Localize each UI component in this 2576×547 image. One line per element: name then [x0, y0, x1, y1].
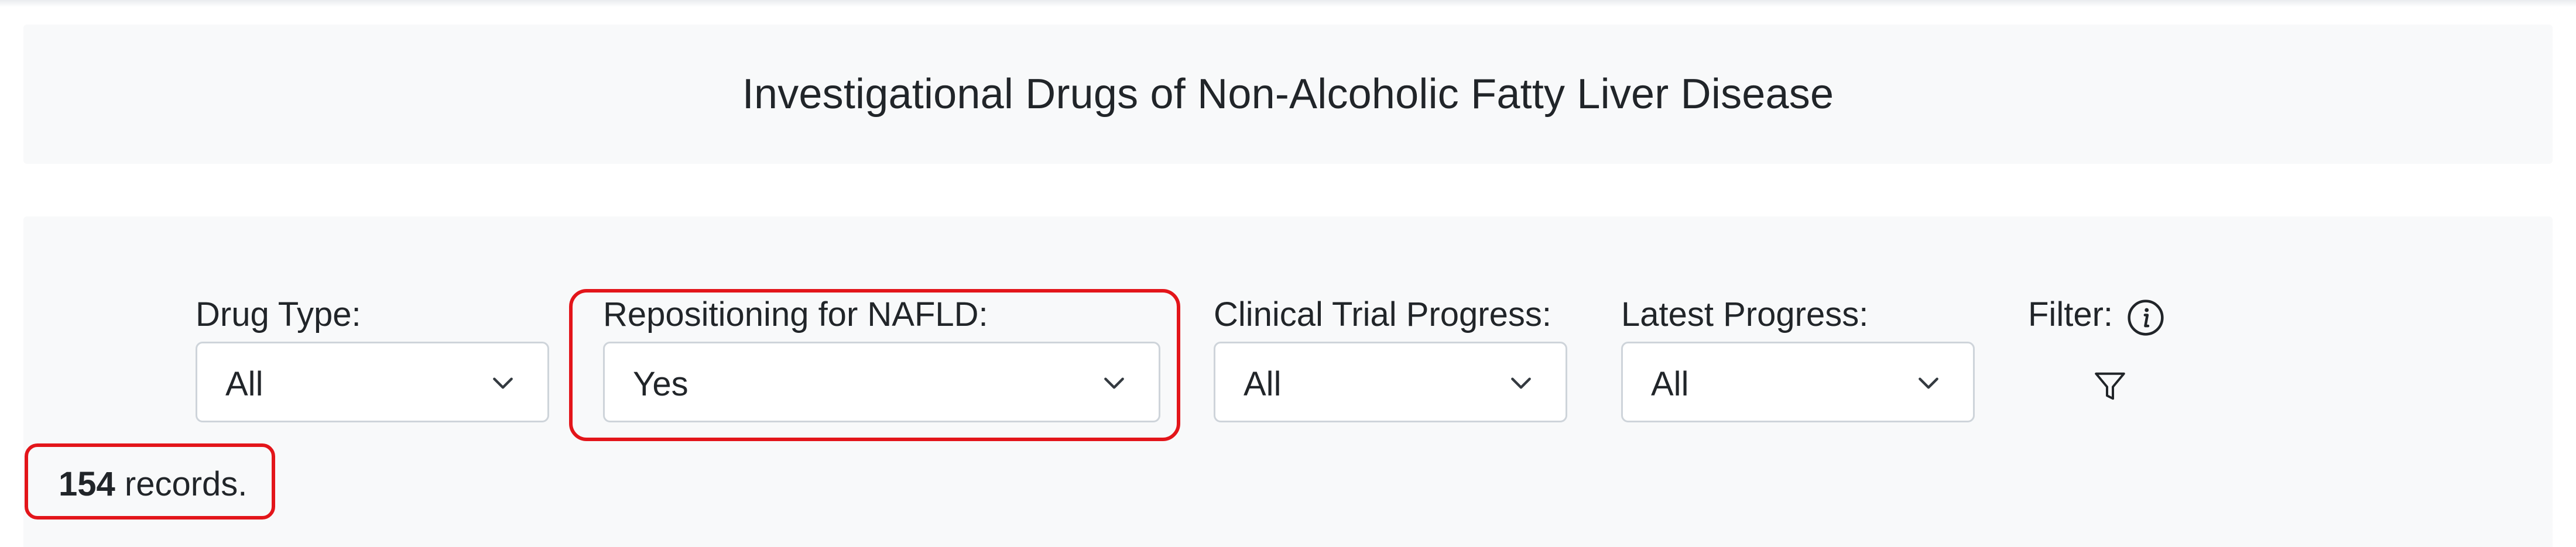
- clinical-trial-progress-label: Clinical Trial Progress:: [1214, 295, 1551, 333]
- repositioning-select[interactable]: Yes: [603, 342, 1160, 422]
- records-number: 154: [59, 465, 115, 503]
- chevron-down-icon: [1919, 377, 1938, 389]
- funnel-icon[interactable]: [2092, 369, 2128, 404]
- repositioning-value: Yes: [633, 365, 688, 403]
- drug-type-label: Drug Type:: [196, 295, 361, 333]
- latest-progress-select[interactable]: All: [1621, 342, 1975, 422]
- info-icon[interactable]: [2126, 298, 2166, 338]
- records-count: 154 records.: [59, 465, 247, 504]
- chevron-down-icon: [1511, 377, 1531, 389]
- drug-type-value: All: [225, 365, 263, 403]
- chevron-down-icon: [1104, 377, 1124, 389]
- clinical-trial-progress-value: All: [1244, 365, 1282, 403]
- top-shadow: [0, 0, 2576, 7]
- drug-type-select[interactable]: All: [196, 342, 549, 422]
- page-title: Investigational Drugs of Non-Alcoholic F…: [742, 71, 1834, 118]
- chevron-down-icon: [493, 377, 513, 389]
- latest-progress-label: Latest Progress:: [1621, 295, 1869, 333]
- repositioning-label: Repositioning for NAFLD:: [603, 295, 988, 333]
- filter-label: Filter:: [2028, 295, 2113, 333]
- clinical-trial-progress-select[interactable]: All: [1214, 342, 1567, 422]
- records-suffix: records.: [124, 465, 248, 503]
- title-card: Investigational Drugs of Non-Alcoholic F…: [23, 25, 2553, 164]
- latest-progress-value: All: [1651, 365, 1689, 403]
